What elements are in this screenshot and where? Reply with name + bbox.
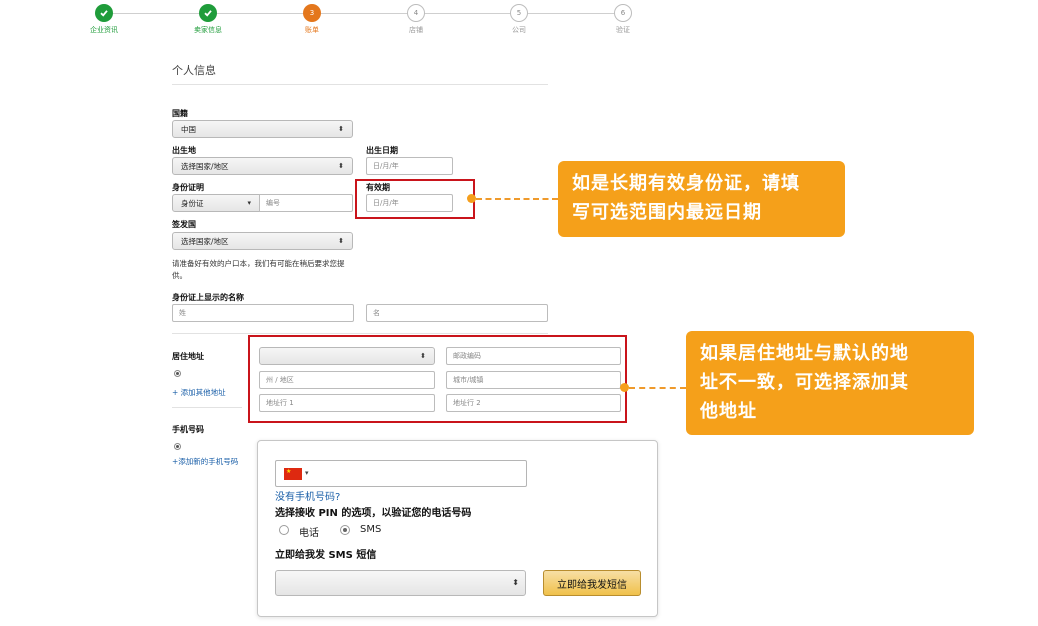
sms-option-text: SMS bbox=[360, 524, 382, 535]
expiry-callout-line1: 如是长期有效身份证，请填 bbox=[572, 173, 800, 194]
address-label: 居住地址 bbox=[172, 352, 204, 361]
add-address-link[interactable]: + 添加其他地址 bbox=[172, 387, 226, 398]
nationality-select[interactable]: 中国 ⬍ bbox=[172, 120, 353, 138]
address-divider bbox=[172, 333, 548, 334]
expiry-callout-dot bbox=[467, 194, 476, 203]
address-callout: 如果居住地址与默认的地 址不一致，可选择添加其 他地址 bbox=[686, 331, 974, 435]
select-arrows-icon: ⬍ bbox=[338, 237, 344, 245]
address-radio[interactable] bbox=[174, 370, 181, 377]
phone-label: 手机号码 bbox=[172, 425, 204, 434]
sms-label: 立即给我发 SMS 短信 bbox=[275, 550, 377, 561]
china-flag-icon: ★ bbox=[284, 468, 302, 480]
address-highlight-box bbox=[248, 335, 627, 423]
expiry-callout: 如是长期有效身份证，请填 写可选范围内最远日期 bbox=[558, 161, 845, 237]
no-phone-link[interactable]: 没有手机号码? bbox=[275, 488, 340, 503]
step-6-label: 验证 bbox=[616, 26, 630, 34]
step-3-number: 3 bbox=[303, 4, 321, 22]
step-2-label: 卖家信息 bbox=[194, 26, 222, 34]
step-5-number: 5 bbox=[510, 4, 528, 22]
address-callout-dot bbox=[620, 383, 629, 392]
address-left-divider bbox=[172, 407, 242, 408]
expiry-highlight-box bbox=[355, 179, 475, 219]
nationality-label: 国籍 bbox=[172, 109, 188, 118]
birthdate-input[interactable]: 日/月/年 bbox=[366, 157, 453, 175]
send-sms-button[interactable]: 立即给我发短信 bbox=[543, 570, 641, 596]
step-1-label: 企业资讯 bbox=[90, 26, 118, 34]
step-2-check-icon bbox=[199, 4, 217, 22]
phone-verification-card: ★ ▾ 没有手机号码? 选择接收 PIN 的选项，以验证您的电话号码 电话 SM… bbox=[257, 440, 658, 617]
birthplace-label: 出生地 bbox=[172, 146, 196, 155]
dropdown-arrow-icon: ▾ bbox=[247, 199, 251, 207]
address-callout-line3: 他地址 bbox=[700, 401, 757, 422]
issuing-country-select[interactable]: 选择国家/地区 ⬍ bbox=[172, 232, 353, 250]
add-phone-link[interactable]: +添加新的手机号码 bbox=[172, 456, 238, 467]
id-number-input[interactable]: 编号 bbox=[259, 194, 353, 212]
expiry-callout-line bbox=[476, 198, 558, 200]
select-arrows-icon: ⬍ bbox=[512, 578, 519, 587]
select-arrows-icon: ⬍ bbox=[338, 125, 344, 133]
step-1-check-icon bbox=[95, 4, 113, 22]
step-4-label: 店铺 bbox=[409, 26, 423, 34]
step-5-label: 公司 bbox=[512, 26, 526, 34]
call-option-text: 电话 bbox=[299, 528, 319, 539]
phone-number-input[interactable]: ★ ▾ bbox=[275, 460, 527, 487]
step-3-label: 账单 bbox=[305, 26, 319, 34]
select-arrows-icon: ⬍ bbox=[338, 162, 344, 170]
surname-input[interactable]: 姓 bbox=[172, 304, 354, 322]
stepper-track bbox=[104, 13, 623, 14]
sms-radio[interactable] bbox=[340, 525, 350, 535]
birthplace-value: 选择国家/地区 bbox=[181, 161, 229, 171]
phone-radio[interactable] bbox=[174, 443, 181, 450]
dropdown-arrow-icon[interactable]: ▾ bbox=[305, 469, 309, 477]
id-type-value: 身份证 bbox=[181, 198, 204, 208]
step-6-number: 6 bbox=[614, 4, 632, 22]
pin-option-label: 选择接收 PIN 的选项，以验证您的电话号码 bbox=[275, 508, 472, 519]
issuing-country-value: 选择国家/地区 bbox=[181, 236, 229, 246]
address-callout-line1: 如果居住地址与默认的地 bbox=[700, 343, 909, 364]
id-proof-label: 身份证明 bbox=[172, 183, 204, 192]
given-name-input[interactable]: 名 bbox=[366, 304, 548, 322]
name-on-id-label: 身份证上显示的名称 bbox=[172, 293, 244, 302]
nationality-value: 中国 bbox=[181, 124, 196, 134]
id-note-text: 请准备好有效的户口本，我们有可能在稍后要求您提供。 bbox=[172, 259, 345, 280]
address-callout-line2: 址不一致，可选择添加其 bbox=[700, 372, 909, 393]
birthdate-label: 出生日期 bbox=[366, 146, 398, 155]
section-divider bbox=[172, 84, 548, 85]
address-callout-line bbox=[629, 387, 686, 389]
id-type-select[interactable]: 身份证 ▾ bbox=[172, 194, 260, 212]
birthplace-select[interactable]: 选择国家/地区 ⬍ bbox=[172, 157, 353, 175]
expiry-callout-line2: 写可选范围内最远日期 bbox=[572, 202, 762, 223]
issuing-country-label: 签发国 bbox=[172, 220, 196, 229]
call-radio[interactable] bbox=[279, 525, 289, 535]
sms-language-select[interactable]: ⬍ bbox=[275, 570, 526, 596]
section-title: 个人信息 bbox=[172, 64, 216, 77]
step-4-number: 4 bbox=[407, 4, 425, 22]
